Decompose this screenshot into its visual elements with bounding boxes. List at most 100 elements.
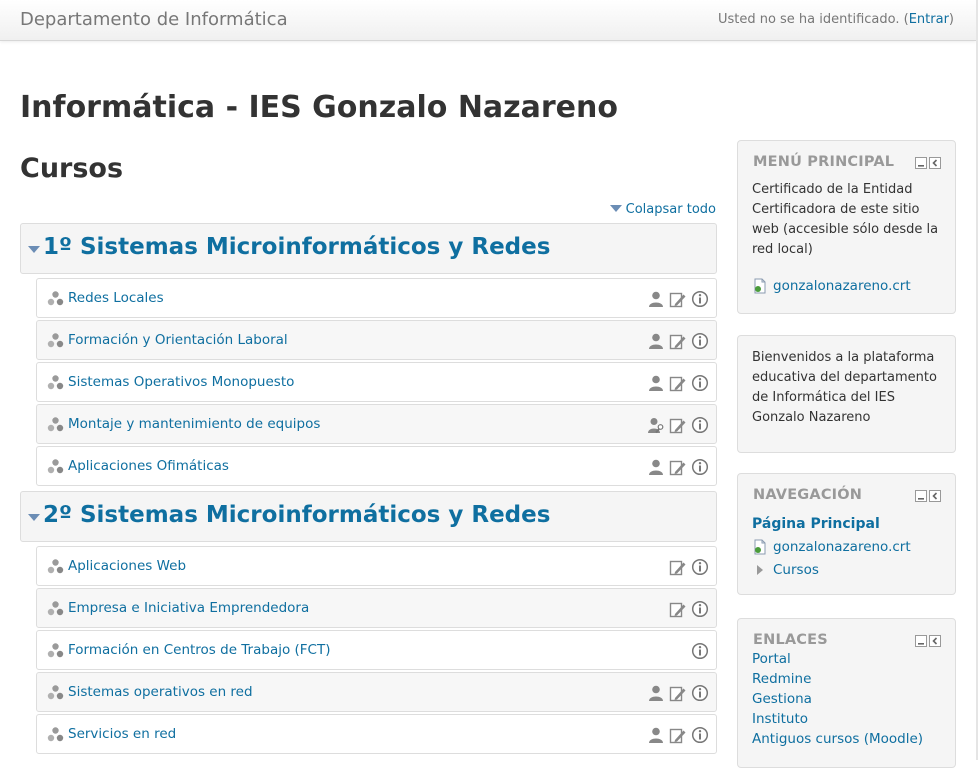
course-icon <box>47 458 64 475</box>
summary-info-icon[interactable] <box>691 684 709 702</box>
course-link[interactable]: Servicios en red <box>68 726 176 742</box>
summary-info-icon[interactable] <box>691 290 709 308</box>
summary-info-icon[interactable] <box>691 458 709 476</box>
course-row: Formación y Orientación Laboral <box>36 320 717 360</box>
guest-access-icon <box>647 332 665 350</box>
course-enrolment-icons <box>647 290 709 308</box>
summary-info-icon[interactable] <box>691 642 709 660</box>
dock-block-icon[interactable] <box>929 635 941 647</box>
course-link[interactable]: Aplicaciones Web <box>68 558 186 574</box>
summary-info-icon[interactable] <box>691 600 709 618</box>
certificate-file-name: gonzalonazareno.crt <box>773 278 911 294</box>
page-title: Informática - IES Gonzalo Nazareno <box>20 90 618 125</box>
category-name[interactable]: 1º Sistemas Microinformáticos y Redes <box>43 234 550 260</box>
course-row: Montaje y mantenimiento de equipos <box>36 404 717 444</box>
guest-access-icon <box>647 374 665 392</box>
category-header-1[interactable]: 1º Sistemas Microinformáticos y Redes <box>20 223 717 274</box>
link-item: Gestiona <box>752 689 923 709</box>
nav-home-link[interactable]: Página Principal <box>752 516 880 532</box>
collapse-triangle-icon <box>609 205 622 212</box>
course-row: Formación en Centros de Trabajo (FCT) <box>36 630 717 670</box>
course-link[interactable]: Empresa e Iniciativa Emprendedora <box>68 600 309 616</box>
self-enrol-icon <box>669 458 687 476</box>
course-enrolment-icons <box>647 416 709 434</box>
minimize-block-icon[interactable] <box>915 157 927 169</box>
course-enrolment-icons <box>647 458 709 476</box>
summary-info-icon[interactable] <box>691 416 709 434</box>
guest-access-icon <box>647 458 665 476</box>
block-title: ENLACES <box>753 632 828 648</box>
course-enrolment-icons <box>669 600 709 618</box>
link-portal[interactable]: Portal <box>752 651 791 667</box>
course-icon <box>47 332 64 349</box>
nav-certificate-link[interactable]: gonzalonazareno.crt <box>752 539 911 555</box>
link-item: Instituto <box>752 709 923 729</box>
block-title: NAVEGACIÓN <box>753 487 863 503</box>
nav-courses-link[interactable]: Cursos <box>757 562 819 578</box>
link-item: Antiguos cursos (Moodle) <box>752 729 923 749</box>
certificate-file-link[interactable]: gonzalonazareno.crt <box>752 278 911 294</box>
course-link[interactable]: Redes Locales <box>68 290 164 306</box>
nav-certificate-name: gonzalonazareno.crt <box>773 539 911 555</box>
expand-arrow-icon[interactable] <box>757 565 763 575</box>
course-icon <box>47 684 64 701</box>
course-link[interactable]: Formación y Orientación Laboral <box>68 332 288 348</box>
course-icon <box>47 726 64 743</box>
self-enrol-icon <box>669 600 687 618</box>
dock-block-icon[interactable] <box>929 157 941 169</box>
course-enrolment-icons <box>691 642 709 660</box>
login-text: Usted no se ha identificado. ( <box>717 12 909 27</box>
self-enrol-icon <box>669 416 687 434</box>
guest-access-icon <box>647 726 665 744</box>
courses-heading: Cursos <box>20 153 124 184</box>
category-collapse-icon[interactable] <box>28 246 40 253</box>
link-gestiona[interactable]: Gestiona <box>752 691 812 707</box>
nav-courses-label: Cursos <box>773 562 819 578</box>
site-brand-link[interactable]: Departamento de Informática <box>20 9 288 30</box>
login-close: ) <box>948 12 954 27</box>
category-header-2[interactable]: 2º Sistemas Microinformáticos y Redes <box>20 491 717 542</box>
course-link[interactable]: Sistemas Operativos Monopuesto <box>68 374 294 390</box>
category-collapse-icon[interactable] <box>28 514 40 521</box>
course-icon <box>47 290 64 307</box>
summary-info-icon[interactable] <box>691 332 709 350</box>
guest-access-icon <box>647 290 665 308</box>
minimize-block-icon[interactable] <box>915 635 927 647</box>
minimize-block-icon[interactable] <box>915 490 927 502</box>
summary-info-icon[interactable] <box>691 374 709 392</box>
category-name[interactable]: 2º Sistemas Microinformáticos y Redes <box>43 502 550 528</box>
block-controls <box>915 490 941 502</box>
summary-info-icon[interactable] <box>691 558 709 576</box>
course-icon <box>47 642 64 659</box>
guest-access-icon <box>647 684 665 702</box>
login-info: Usted no se ha identificado. (Entrar) <box>718 12 954 27</box>
welcome-text: Bienvenidos a la plataforma educativa de… <box>752 350 937 425</box>
certificate-description: Certificado de la Entidad Certificadora … <box>752 182 939 257</box>
link-instituto[interactable]: Instituto <box>752 711 808 727</box>
block-title: MENÚ PRINCIPAL <box>753 154 895 170</box>
summary-info-icon[interactable] <box>691 726 709 744</box>
guest-key-icon <box>647 416 665 434</box>
collapse-all-label: Colapsar todo <box>625 202 716 217</box>
course-icon <box>47 416 64 433</box>
block-welcome: Bienvenidos a la plataforma educativa de… <box>737 335 956 453</box>
course-link[interactable]: Aplicaciones Ofimáticas <box>68 458 229 474</box>
course-icon <box>47 600 64 617</box>
link-item: Redmine <box>752 669 923 689</box>
course-link[interactable]: Montaje y mantenimiento de equipos <box>68 416 320 432</box>
collapse-all-link[interactable]: Colapsar todo <box>609 202 716 217</box>
self-enrol-icon <box>669 684 687 702</box>
certificate-file-icon <box>752 539 768 555</box>
link-redmine[interactable]: Redmine <box>752 671 811 687</box>
login-link[interactable]: Entrar <box>909 12 949 27</box>
dock-block-icon[interactable] <box>929 490 941 502</box>
course-link[interactable]: Formación en Centros de Trabajo (FCT) <box>68 642 331 658</box>
course-link[interactable]: Sistemas operativos en red <box>68 684 253 700</box>
block-controls <box>915 157 941 169</box>
self-enrol-icon <box>669 290 687 308</box>
block-controls <box>915 635 941 647</box>
self-enrol-icon <box>669 374 687 392</box>
navbar: Departamento de Informática Usted no se … <box>0 0 976 41</box>
course-row: Aplicaciones Ofimáticas <box>36 446 717 486</box>
link-old-courses[interactable]: Antiguos cursos (Moodle) <box>752 731 923 747</box>
